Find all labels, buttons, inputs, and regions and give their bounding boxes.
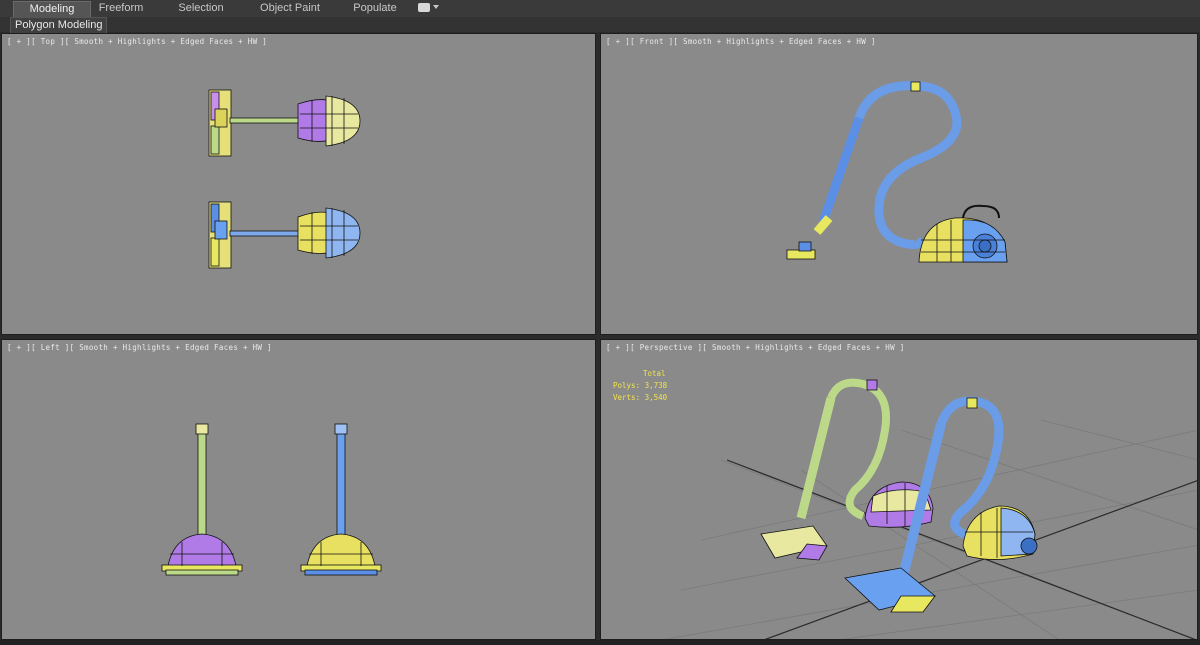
perspective-view-models [664,378,1197,639]
tab-modeling[interactable]: Modeling [13,1,91,17]
vacuum-front [786,81,1008,263]
vacuum-left-2 [300,423,382,576]
viewport-perspective[interactable]: [ + ][ Perspective ][ Smooth + Highlight… [600,339,1198,640]
ribbon-tab-bar: Modeling Freeform Selection Object Paint… [0,0,1200,18]
vacuum-left-1 [161,423,243,576]
chevron-down-icon[interactable] [433,5,439,9]
vacuum-top-1 [208,89,361,157]
ribbon-panel-bar: Polygon Modeling [0,17,1200,33]
viewport-front[interactable]: [ + ][ Front ][ Smooth + Highlights + Ed… [600,33,1198,335]
tab-selection[interactable]: Selection [170,1,232,16]
viewport-top[interactable]: [ + ][ Top ][ Smooth + Highlights + Edge… [1,33,596,335]
top-view-models [208,89,361,269]
vacuum-top-2 [208,201,361,269]
bottom-status-strip [0,640,1200,645]
viewport-left[interactable]: [ + ][ Left ][ Smooth + Highlights + Edg… [1,339,596,640]
left-view-models [161,423,382,576]
vacuum-perspective-1 [760,378,934,561]
tab-populate[interactable]: Populate [346,1,404,16]
camera-dropdown-icon[interactable] [418,3,430,12]
front-view-model [786,81,1008,263]
tab-object-paint[interactable]: Object Paint [254,1,326,16]
tab-freeform[interactable]: Freeform [90,1,152,16]
panel-polygon-modeling[interactable]: Polygon Modeling [10,17,108,33]
